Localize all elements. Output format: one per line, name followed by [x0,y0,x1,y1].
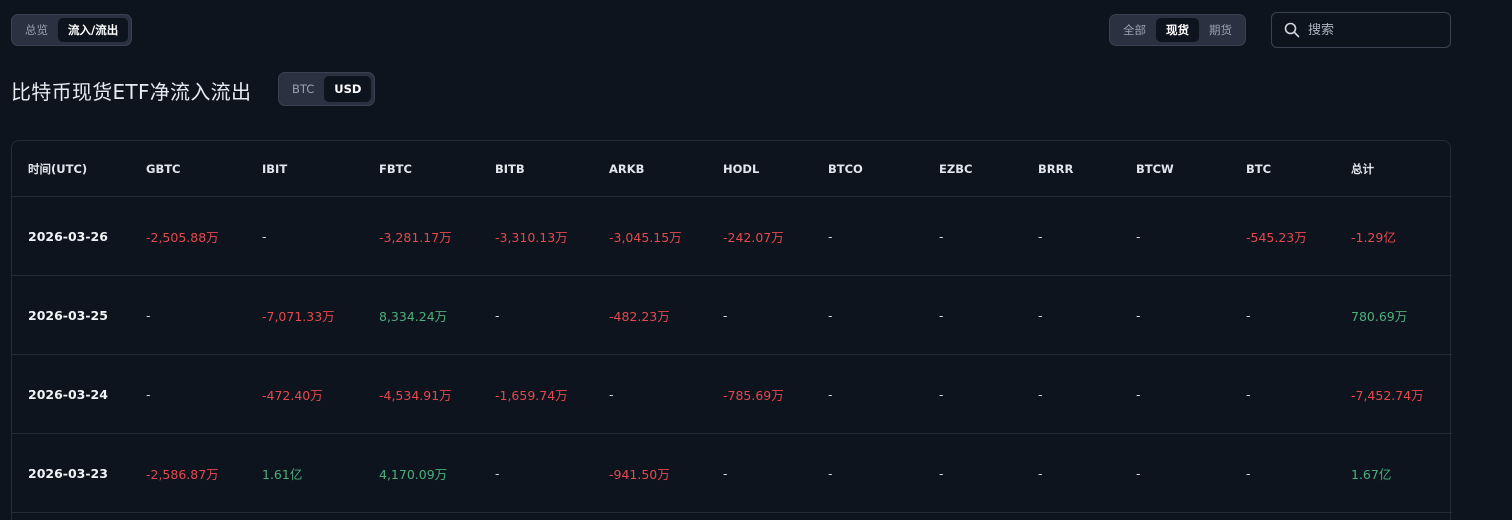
column-header[interactable]: ARKB [609,141,644,196]
flow-value-cell: - [262,228,267,244]
flow-value-cell: - [495,465,500,481]
table-row: 2026-03-25 - -7,071.33万 8,334.24万 - -482.23万 -… [12,276,1452,355]
column-header[interactable]: EZBC [939,141,972,196]
search-input[interactable] [1308,22,1438,38]
flow-value-cell: - [146,386,151,402]
flow-value-cell: - [939,228,944,244]
column-header[interactable]: BTC [1246,141,1271,196]
flow-value-cell: -2,586.87万 [146,466,219,482]
flow-value-cell: -545.23万 [1246,229,1307,245]
flow-value-cell: - [828,465,833,481]
market-option-futures[interactable]: 期货 [1199,18,1242,42]
flow-value-cell: - [828,386,833,402]
flow-value-cell: - [939,465,944,481]
flow-value-cell: -2,505.88万 [146,229,219,245]
column-header[interactable]: HODL [723,141,759,196]
flow-value-cell: -7,452.74万 [1351,387,1424,403]
flow-value-cell: - [495,307,500,323]
flow-value-cell: 8,334.24万 [379,308,448,324]
column-header[interactable]: IBIT [262,141,287,196]
flow-value-cell: - [1136,228,1141,244]
date-cell: 2026-03-24 [28,386,108,402]
table-header-row: 时间(UTC) GBTC IBIT FBTC BITB ARKB HODL BTCO EZBC B… [12,141,1452,197]
flow-value-cell: 4,170.09万 [379,466,448,482]
flow-value-cell: - [1038,386,1043,402]
flow-value-cell: -3,281.17万 [379,229,452,245]
flow-value-cell: - [1038,465,1043,481]
flow-value-cell: - [828,307,833,323]
column-header[interactable]: FBTC [379,141,412,196]
flow-value-cell: -785.69万 [723,387,784,403]
search-icon [1284,22,1300,38]
flow-value-cell: - [1246,386,1251,402]
date-cell: 2026-03-25 [28,307,108,323]
flow-value-cell: 1.67亿 [1351,466,1392,482]
column-header[interactable]: BITB [495,141,525,196]
column-header[interactable]: BTCO [828,141,863,196]
flow-value-cell: - [1136,386,1141,402]
flow-value-cell: 1.61亿 [262,466,303,482]
flow-value-cell: -941.50万 [609,466,670,482]
market-toggle: 全部 现货 期货 [1109,14,1246,46]
view-option-flows[interactable]: 流入/流出 [58,18,129,42]
column-header[interactable]: 总计 [1351,141,1374,196]
flow-value-cell: -3,310.13万 [495,229,568,245]
etf-flow-table: 时间(UTC) GBTC IBIT FBTC BITB ARKB HODL BTCO EZBC B… [11,140,1452,520]
flow-value-cell: - [723,465,728,481]
column-header[interactable]: BRRR [1038,141,1073,196]
flow-value-cell: - [1038,307,1043,323]
table-row: 2026-03-26 -2,505.88万 - -3,281.17万 -3,310.13… [12,197,1452,276]
flow-value-cell: -7,071.33万 [262,308,335,324]
flow-value-cell: -1,659.74万 [495,387,568,403]
flow-value-cell: - [723,307,728,323]
unit-option-usd[interactable]: USD [324,76,372,102]
unit-toggle: BTC USD [278,72,376,106]
view-toggle: 总览 流入/流出 [11,14,133,46]
page-title: 比特币现货ETF净流入流出 [11,80,252,104]
flow-value-cell: - [609,386,614,402]
table-row: 2026-03-23 -2,586.87万 1.61亿 4,170.09万 - -941.… [12,434,1452,513]
flow-value-cell: - [1246,465,1251,481]
flow-value-cell: - [1038,228,1043,244]
flow-value-cell: - [1136,307,1141,323]
market-option-all[interactable]: 全部 [1113,18,1156,42]
flow-value-cell: - [939,386,944,402]
flow-value-cell: 780.69万 [1351,308,1408,324]
column-header[interactable]: BTCW [1136,141,1174,196]
date-cell: 2026-03-23 [28,465,108,481]
flow-value-cell: - [828,228,833,244]
column-header[interactable]: 时间(UTC) [28,141,87,196]
flow-value-cell: - [1246,307,1251,323]
view-option-overview[interactable]: 总览 [15,18,58,42]
search-box[interactable] [1271,12,1451,48]
flow-value-cell: -3,045.15万 [609,229,682,245]
table-row: 2026-03-24 - -472.40万 -4,534.91万 -1,659.74万 -… [12,355,1452,434]
flow-value-cell: - [1136,465,1141,481]
flow-value-cell: -482.23万 [609,308,670,324]
unit-option-btc[interactable]: BTC [282,76,324,102]
market-option-spot[interactable]: 现货 [1156,18,1199,42]
flow-value-cell: - [146,307,151,323]
column-header[interactable]: GBTC [146,141,181,196]
flow-value-cell: -242.07万 [723,229,784,245]
flow-value-cell: - [939,307,944,323]
date-cell: 2026-03-26 [28,228,108,244]
flow-value-cell: -472.40万 [262,387,323,403]
flow-value-cell: -4,534.91万 [379,387,452,403]
flow-value-cell: -1.29亿 [1351,229,1396,245]
